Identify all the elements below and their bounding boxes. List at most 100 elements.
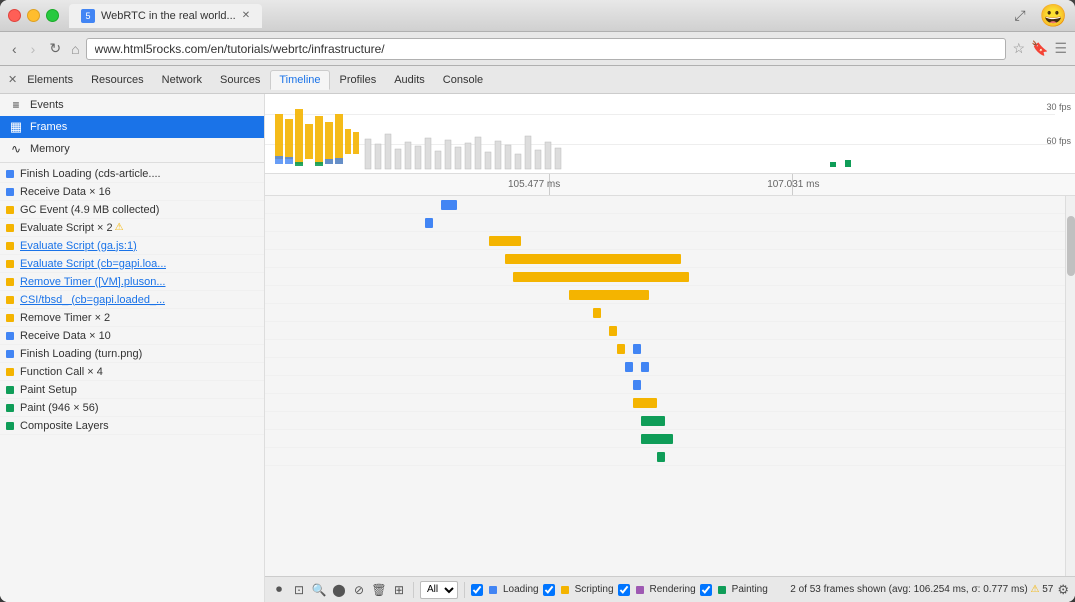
list-item[interactable]: Paint (946 × 56) [0,399,264,417]
sidebar-label-events: Events [30,99,64,111]
settings-icon[interactable]: ⚙ [1057,582,1069,598]
event-dot [6,296,14,304]
row-bars [265,394,1065,411]
painting-filter-checkbox[interactable] [700,584,712,596]
sidebar-item-memory[interactable]: ∿ Memory [0,138,264,160]
row-bars [265,430,1065,447]
bookmark-icon[interactable]: 🔖 [1031,40,1048,57]
scrollbar-thumb[interactable] [1067,216,1075,276]
row-bars [265,376,1065,393]
list-item[interactable]: Remove Timer ([VM].pluson... [0,273,264,291]
list-item[interactable]: Function Call × 4 [0,363,264,381]
back-button[interactable]: ‹ [8,39,21,59]
star-icon[interactable]: ☆ [1012,40,1025,57]
list-item[interactable]: Finish Loading (cds-article.... [0,165,264,183]
event-label: Composite Layers [20,420,109,432]
row-bars [265,232,1065,249]
tab-sources[interactable]: Sources [212,71,268,89]
list-item[interactable]: Composite Layers [0,417,264,435]
list-item[interactable]: Evaluate Script × 2 ⚠ [0,219,264,237]
stop-icon[interactable]: ⊘ [351,582,367,598]
list-item[interactable]: GC Event (4.9 MB collected) [0,201,264,219]
table-row [265,250,1065,268]
list-item[interactable]: Evaluate Script (ga.js:1) [0,237,264,255]
scripting-filter-checkbox[interactable] [543,584,555,596]
menu-icon[interactable]: ☰ [1054,40,1067,57]
row-bars [265,250,1065,267]
trash-icon[interactable]: 🗑 [371,582,387,598]
list-item[interactable]: Paint Setup [0,381,264,399]
bar [625,362,633,372]
row-bars [265,412,1065,429]
bar [569,290,649,300]
list-item[interactable]: Remove Timer × 2 [0,309,264,327]
tab-network[interactable]: Network [154,71,210,89]
row-bars [265,304,1065,321]
event-label[interactable]: Evaluate Script (ga.js:1) [20,240,137,252]
list-item[interactable]: Evaluate Script (cb=gapi.loa... [0,255,264,273]
event-dot [6,350,14,358]
tab-elements[interactable]: Elements [19,71,81,89]
table-row [265,430,1065,448]
tab-profiles[interactable]: Profiles [332,71,385,89]
tab-console[interactable]: Console [435,71,491,89]
dot-icon[interactable]: ⬤ [331,582,347,598]
bar [505,254,681,264]
text-icon[interactable]: ⊞ [391,582,407,598]
fullscreen-icon[interactable]: ⤢ [1014,7,1025,24]
table-row [265,448,1065,466]
devtools-toolbar: ✕ Elements Resources Network Sources Tim… [0,66,1075,94]
tab-close-button[interactable]: ✕ [242,10,250,21]
devtools-close-button[interactable]: ✕ [8,73,17,86]
list-item[interactable]: CSI/tbsd_ (cb=gapi.loaded_... [0,291,264,309]
filter-select[interactable]: All [420,581,458,599]
row-bars [265,448,1065,465]
event-label[interactable]: Remove Timer ([VM].pluson... [20,276,166,288]
event-label: Receive Data × 10 [20,330,111,342]
bar [633,398,657,408]
tab-resources[interactable]: Resources [83,71,152,89]
event-label: GC Event (4.9 MB collected) [20,204,159,216]
address-bar: ‹ › ↻ ⌂ ☆ 🔖 ☰ [0,32,1075,66]
home-icon[interactable]: ⌂ [71,41,79,57]
loading-filter-label: Loading [503,584,539,595]
forward-button[interactable]: › [27,39,40,59]
record-icon[interactable]: ⏺ [271,582,287,598]
row-bars [265,196,1065,213]
vertical-scrollbar[interactable] [1065,196,1075,576]
warning-icon: ⚠ [1030,584,1039,595]
loading-filter-checkbox[interactable] [471,584,483,596]
table-row [265,376,1065,394]
list-item[interactable]: Receive Data × 10 [0,327,264,345]
event-label[interactable]: Evaluate Script (cb=gapi.loa... [20,258,166,270]
tab-audits[interactable]: Audits [386,71,433,89]
tab-timeline[interactable]: Timeline [270,70,329,90]
bar [489,236,521,246]
url-input[interactable] [86,38,1007,60]
table-row [265,394,1065,412]
title-bar: 5 WebRTC in the real world... ✕ ⤢ 😀 [0,0,1075,32]
sidebar-divider [0,162,264,163]
painting-filter-label: Painting [732,584,768,595]
minimize-button[interactable] [27,9,40,22]
event-label: Finish Loading (cds-article.... [20,168,161,180]
rendering-filter-checkbox[interactable] [618,584,630,596]
frames-chart: 30 fps 60 fps [265,94,1075,174]
list-item[interactable]: Finish Loading (turn.png) [0,345,264,363]
loading-color [489,586,497,594]
close-button[interactable] [8,9,21,22]
refresh-button[interactable]: ↻ [45,38,65,59]
clear-icon[interactable]: ⊡ [291,582,307,598]
bar [633,344,641,354]
list-item[interactable]: Receive Data × 16 [0,183,264,201]
sidebar-item-events[interactable]: ≡ Events [0,94,264,116]
event-label[interactable]: CSI/tbsd_ (cb=gapi.loaded_... [20,294,165,306]
browser-tab-active[interactable]: 5 WebRTC in the real world... ✕ [69,4,262,28]
maximize-button[interactable] [46,9,59,22]
status-text: 2 of 53 frames shown (avg: 106.254 ms, σ… [772,584,1054,595]
devtools-main: ≡ Events ▦ Frames ∿ Memory Finish Loadin… [0,94,1075,602]
table-row [265,214,1065,232]
row-bars [265,340,1065,357]
search-icon[interactable]: 🔍 [311,582,327,598]
sidebar-item-frames[interactable]: ▦ Frames [0,116,264,138]
